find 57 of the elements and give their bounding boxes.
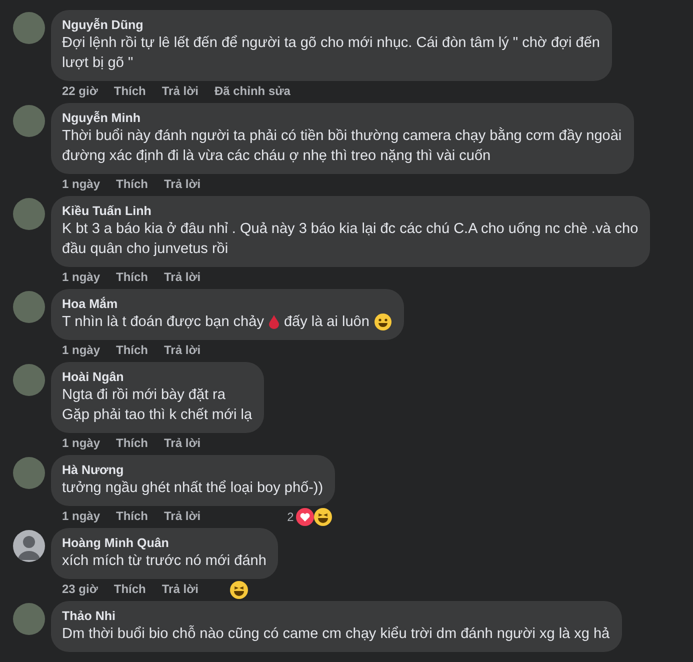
comment-time[interactable]: 1 ngày: [62, 509, 100, 523]
author-name[interactable]: Hà Nương: [62, 462, 324, 478]
author-name[interactable]: Hoàng Minh Quân: [62, 535, 266, 551]
comment-action-link[interactable]: Trả lời: [164, 436, 201, 450]
avatar-photo[interactable]: [13, 105, 45, 137]
laughing-face-icon[interactable]: [230, 581, 248, 599]
smiling-face-icon: [374, 313, 392, 331]
comment-action-link[interactable]: Trả lời: [164, 177, 201, 191]
comment-action-link[interactable]: Thích: [116, 177, 148, 191]
comment-action-link[interactable]: Thích: [116, 436, 148, 450]
comment-time[interactable]: 1 ngày: [62, 177, 100, 191]
comment-time[interactable]: 1 ngày: [62, 270, 100, 284]
avatar-photo[interactable]: [13, 457, 45, 489]
comment-time[interactable]: 22 giờ: [62, 84, 98, 98]
author-name[interactable]: Hoài Ngân: [62, 369, 252, 385]
avatar-photo[interactable]: [13, 291, 45, 323]
comment-action-link[interactable]: Thích: [114, 582, 146, 596]
comment-action-link[interactable]: Thích: [116, 509, 148, 523]
comment-action-link[interactable]: Thích: [116, 343, 148, 357]
comment-action-link[interactable]: Thích: [114, 84, 146, 98]
comment-time[interactable]: 23 giờ: [62, 582, 98, 596]
comment-text: đầu quân cho junvetus rồi: [62, 240, 228, 259]
comment-action-link[interactable]: Trả lời: [164, 343, 201, 357]
comment-text: đấy là ai luôn: [284, 313, 370, 332]
comment-time[interactable]: 1 ngày: [62, 436, 100, 450]
reaction-count[interactable]: 2: [287, 510, 294, 524]
author-name[interactable]: Nguyễn Minh: [62, 110, 622, 126]
avatar-photo[interactable]: [13, 12, 45, 44]
avatar-photo[interactable]: [13, 364, 45, 396]
comment-text: Ngta đi rồi mới bày đặt ra: [62, 386, 226, 405]
author-name[interactable]: Thảo Nhi: [62, 608, 610, 624]
author-name[interactable]: Kiều Tuấn Linh: [62, 203, 638, 219]
laughing-face-icon[interactable]: [314, 508, 332, 526]
comment-action-link[interactable]: Trả lời: [162, 84, 198, 98]
comment-text: K bt 3 a báo kia ở đâu nhỉ . Quả này 3 báo kia lại đc các chú C.A cho uống nc chè .và cho: [62, 220, 638, 239]
author-name[interactable]: Nguyễn Dũng: [62, 17, 600, 33]
comment-action-link[interactable]: Trả lời: [164, 270, 201, 284]
comment-text: Thời buổi này đánh người ta phải có tiền bồi thường camera chạy bằng cơm đầy ngoài: [62, 126, 622, 146]
comment-text: Đợi lệnh rồi tự lê lết đến để người ta gõ cho mới nhục. Cái đòn tâm lý " chờ đợi đến: [62, 34, 600, 53]
avatar-photo[interactable]: [13, 198, 45, 230]
default-avatar-icon[interactable]: [13, 530, 45, 562]
author-name[interactable]: Hoa Mắm: [62, 296, 392, 312]
comment-text: T nhìn là t đoán được bạn chảy: [62, 313, 264, 332]
comment-text: tưởng ngầu ghét nhất thể loại boy phố-)): [62, 479, 324, 498]
blood-drop-icon: [268, 315, 279, 329]
comment-text: xích mích từ trước nó mới đánh: [62, 552, 266, 571]
comment-time[interactable]: 1 ngày: [62, 343, 100, 357]
comment-text: Gặp phải tao thì k chết mới lạ: [62, 406, 252, 425]
comment-text: Dm thời buổi bio chỗ nào cũng có came cm chạy kiểu trời dm đánh người xg là xg hả: [62, 624, 610, 644]
comment-text: đường xác định đi là vừa các cháu ợ nhẹ thì treo nặng thì vài cuốn: [62, 147, 491, 166]
comment-action-link[interactable]: Trả lời: [164, 509, 201, 523]
avatar-photo[interactable]: [13, 603, 45, 635]
comment-action-link[interactable]: Trả lời: [162, 582, 198, 596]
edited-label: Đã chỉnh sửa: [214, 84, 290, 98]
comment-text: lượt bị gõ ": [62, 54, 134, 73]
heart-reaction-icon[interactable]: [296, 508, 314, 526]
comment-action-link[interactable]: Thích: [116, 270, 148, 284]
